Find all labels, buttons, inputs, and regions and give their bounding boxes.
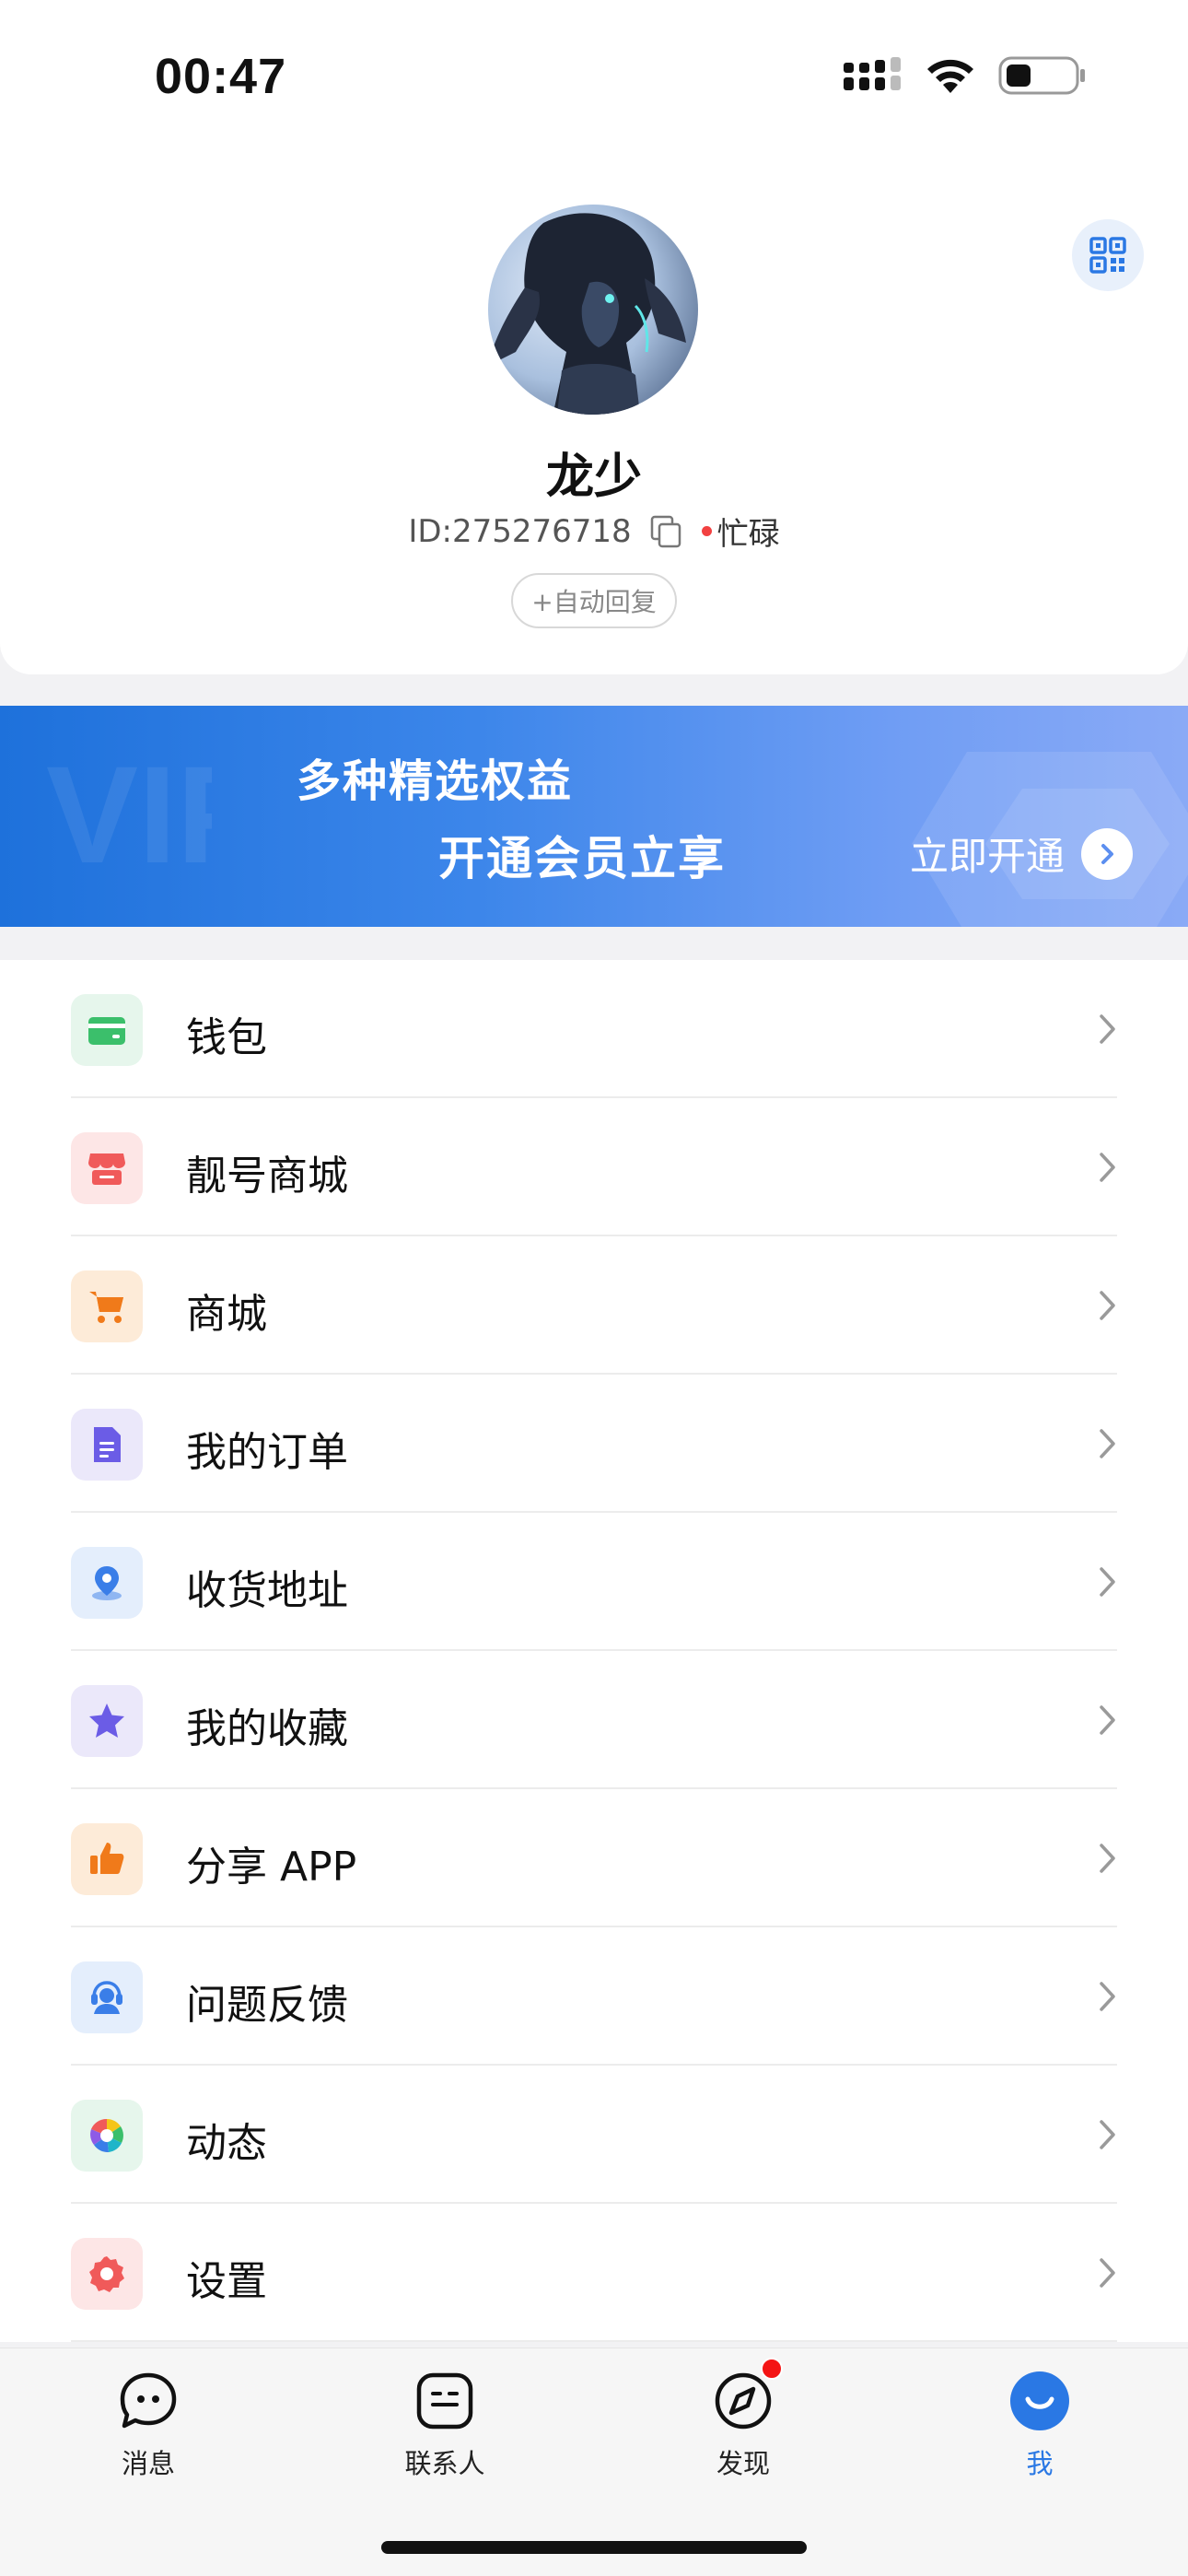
menu-item-favorites[interactable]: 我的收藏 (0, 1651, 1188, 1789)
gear-icon (71, 2238, 143, 2310)
me-icon (1007, 2369, 1072, 2433)
aperture-icon (71, 2100, 143, 2172)
chevron-right-icon (1100, 1705, 1115, 1735)
qr-code-button[interactable] (1072, 219, 1144, 291)
headset-icon (71, 1961, 143, 2033)
menu-item-orders[interactable]: 我的订单 (0, 1375, 1188, 1513)
menu-item-label: 钱包 (186, 1014, 267, 1061)
chevron-right-icon (1100, 2120, 1115, 2149)
thumbs-up-icon (71, 1823, 143, 1895)
menu-list: 钱包 靓号商城 商城 我的订单 收货地址 我的收藏 分享 APP 问题反馈 动态… (0, 960, 1188, 2342)
menu-item-label: 我的收藏 (186, 1705, 348, 1752)
location-icon (71, 1547, 143, 1619)
chevron-right-icon (1100, 1429, 1115, 1458)
menu-item-label: 靓号商城 (186, 1153, 348, 1200)
cart-icon (71, 1270, 143, 1342)
vip-subheadline: 开通会员立享 (438, 832, 726, 885)
menu-item-wallet[interactable]: 钱包 (0, 960, 1188, 1098)
tab-messages[interactable]: 消息 (56, 2369, 240, 2481)
menu-item-settings[interactable]: 设置 (0, 2204, 1188, 2342)
menu-item-label: 设置 (186, 2258, 267, 2305)
status-time: 00:47 (155, 49, 287, 104)
menu-item-mall[interactable]: 商城 (0, 1236, 1188, 1375)
avatar-image (488, 205, 698, 415)
menu-item-label: 商城 (186, 1291, 267, 1338)
wifi-icon (927, 59, 973, 93)
auto-reply-button[interactable]: +自动回复 (511, 573, 677, 628)
notification-badge (761, 2358, 783, 2380)
wallet-icon (71, 994, 143, 1066)
menu-item-number-store[interactable]: 靓号商城 (0, 1098, 1188, 1236)
menu-item-feedback[interactable]: 问题反馈 (0, 1927, 1188, 2066)
chevron-right-icon (1100, 1153, 1115, 1182)
tab-label: 联系人 (404, 2448, 485, 2479)
compass-icon (711, 2358, 783, 2433)
menu-item-label: 收货地址 (186, 1567, 348, 1614)
tab-me[interactable]: 我 (948, 2369, 1132, 2481)
copy-icon[interactable] (648, 513, 685, 550)
battery-icon (998, 56, 1085, 95)
menu-item-label: 问题反馈 (186, 1982, 348, 2029)
menu-item-address[interactable]: 收货地址 (0, 1513, 1188, 1651)
chevron-right-icon (1100, 1567, 1115, 1597)
vip-open-label: 立即开通 (910, 834, 1066, 879)
vip-open-button[interactable]: 立即开通 (910, 825, 1134, 882)
menu-item-moments[interactable]: 动态 (0, 2066, 1188, 2204)
menu-item-label: 动态 (186, 2120, 267, 2167)
tab-label: 消息 (121, 2448, 175, 2479)
presence-status[interactable]: 忙碌 (701, 509, 780, 554)
document-icon (71, 1409, 143, 1481)
svg-text:VIP: VIP (46, 743, 212, 890)
chevron-right-icon (1100, 2258, 1115, 2288)
qr-code-icon (1089, 237, 1126, 274)
vip-banner[interactable]: VIP 多种精选权益 开通会员立享 立即开通 (0, 706, 1188, 927)
status-dot (701, 526, 712, 536)
user-id: ID:275276718 (408, 512, 632, 550)
status-bar: 00:47 (0, 0, 1188, 157)
home-indicator (381, 2541, 807, 2554)
chevron-right-icon (1100, 1844, 1115, 1873)
menu-item-share-app[interactable]: 分享 APP (0, 1789, 1188, 1927)
contacts-icon (413, 2369, 477, 2433)
star-icon (71, 1685, 143, 1757)
vip-headline: 多种精选权益 (297, 755, 574, 807)
chevron-right-icon (1100, 1291, 1115, 1320)
menu-item-label: 我的订单 (186, 1429, 348, 1476)
menu-item-label: 分享 APP (186, 1844, 357, 1891)
store-icon (71, 1132, 143, 1204)
avatar[interactable] (488, 205, 698, 415)
message-icon (116, 2369, 181, 2433)
username: 龙少 (545, 450, 642, 505)
presence-status-label: 忙碌 (716, 516, 780, 553)
chevron-right-icon (1100, 1982, 1115, 2011)
tab-label: 我 (1026, 2448, 1054, 2479)
chevron-right-icon (1081, 827, 1134, 880)
vip-watermark: VIP (46, 743, 212, 890)
id-row: ID:275276718 忙碌 (0, 509, 1188, 554)
status-icons (844, 55, 1087, 96)
tab-contacts[interactable]: 联系人 (353, 2369, 537, 2481)
tab-discover[interactable]: 发现 (651, 2358, 835, 2481)
signal-icon (844, 57, 901, 90)
tab-label: 发现 (716, 2448, 770, 2479)
profile-card: 龙少 ID:275276718 忙碌 +自动回复 (0, 147, 1188, 674)
chevron-right-icon (1100, 1014, 1115, 1044)
